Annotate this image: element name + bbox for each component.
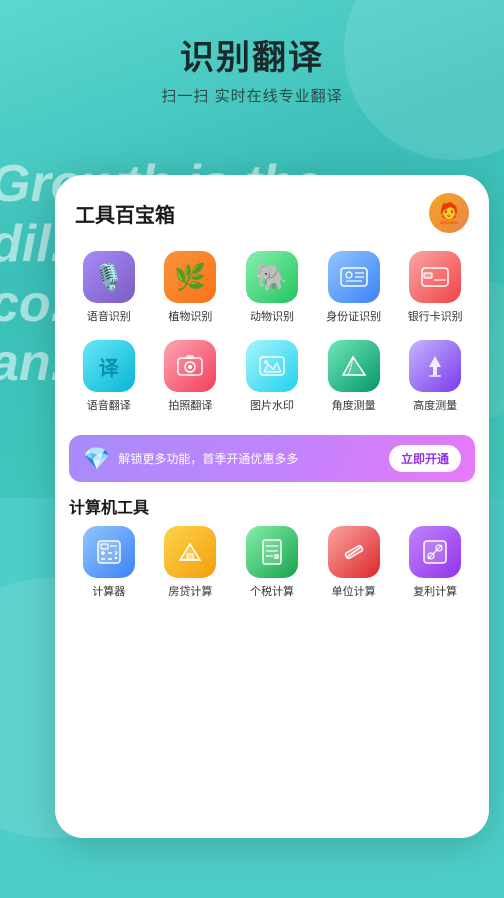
tool-voice-translate-label: 语音翻译 <box>87 397 131 413</box>
tool-compound-label: 复利计算 <box>413 583 457 599</box>
tool-calc-label: 计算器 <box>92 583 125 599</box>
tool-voice-translate[interactable]: 译 语音翻译 <box>69 340 149 413</box>
page-title: 识别翻译 <box>0 30 504 79</box>
tool-voice-label: 语音识别 <box>87 308 131 324</box>
tool-animal-recognition[interactable]: 🐘 动物识别 <box>232 251 312 324</box>
tool-photo-translate[interactable]: 拍照翻译 <box>151 340 231 413</box>
tool-loan-calc[interactable]: 房贷计算 <box>151 526 231 599</box>
tool-id-label: 身份证识别 <box>326 308 381 324</box>
header-section: 识别翻译 扫一扫 实时在线专业翻译 <box>0 30 504 106</box>
tool-loan-icon <box>164 526 216 578</box>
tool-bank-icon <box>409 251 461 303</box>
tool-angle-icon <box>328 340 380 392</box>
tool-tax-label: 个税计算 <box>250 583 294 599</box>
tool-unit-calc[interactable]: 单位计算 <box>314 526 394 599</box>
tool-loan-label: 房贷计算 <box>168 583 212 599</box>
tool-animal-label: 动物识别 <box>250 308 294 324</box>
page-subtitle: 扫一扫 实时在线专业翻译 <box>0 85 504 106</box>
promo-text: 解锁更多功能，首季开通优惠多多 <box>118 450 381 467</box>
avatar-emoji: 🧑‍🦰 <box>437 201 462 226</box>
avatar[interactable]: 🧑‍🦰 <box>429 193 469 233</box>
tools-section: 🎙️ 语音识别 🌿 植物识别 🐘 动物识别 <box>55 243 489 431</box>
calc-section-title: 计算机工具 <box>55 494 489 526</box>
tool-calc-icon <box>83 526 135 578</box>
tool-photo-translate-icon <box>164 340 216 392</box>
tool-angle-measure[interactable]: 角度测量 <box>314 340 394 413</box>
tool-plant-icon: 🌿 <box>164 251 216 303</box>
tool-plant-label: 植物识别 <box>168 308 212 324</box>
tool-calculator[interactable]: 计算器 <box>69 526 149 599</box>
tools-grid-row2: 译 语音翻译 拍照翻译 <box>69 332 475 421</box>
tool-height-icon <box>409 340 461 392</box>
card-header: 工具百宝箱 🧑‍🦰 <box>55 175 489 243</box>
tool-bank-label: 银行卡识别 <box>408 308 463 324</box>
tool-watermark-icon <box>246 340 298 392</box>
tool-id-recognition[interactable]: 身份证识别 <box>314 251 394 324</box>
tool-unit-icon <box>328 526 380 578</box>
promo-banner[interactable]: 💎 解锁更多功能，首季开通优惠多多 立即开通 <box>69 435 475 482</box>
tool-tax-calc[interactable]: 个税计算 <box>232 526 312 599</box>
tool-image-watermark[interactable]: 图片水印 <box>232 340 312 413</box>
tool-watermark-label: 图片水印 <box>250 397 294 413</box>
tool-angle-label: 角度测量 <box>332 397 376 413</box>
tool-photo-translate-label: 拍照翻译 <box>168 397 212 413</box>
tool-compound-calc[interactable]: 复利计算 <box>395 526 475 599</box>
tool-compound-icon <box>409 526 461 578</box>
tool-tax-icon <box>246 526 298 578</box>
calc-tools-grid: 计算器 房贷计算 <box>55 526 489 609</box>
tool-voice-translate-icon: 译 <box>83 340 135 392</box>
tool-bank-recognition[interactable]: 银行卡识别 <box>395 251 475 324</box>
tools-grid-row1: 🎙️ 语音识别 🌿 植物识别 🐘 动物识别 <box>69 243 475 332</box>
tool-height-measure[interactable]: 高度测量 <box>395 340 475 413</box>
card-title: 工具百宝箱 <box>75 199 175 228</box>
tool-unit-label: 单位计算 <box>332 583 376 599</box>
promo-button[interactable]: 立即开通 <box>389 445 461 472</box>
tool-voice-icon: 🎙️ <box>83 251 135 303</box>
tool-animal-icon: 🐘 <box>246 251 298 303</box>
tool-id-icon <box>328 251 380 303</box>
tool-height-label: 高度测量 <box>413 397 457 413</box>
phone-card: 工具百宝箱 🧑‍🦰 🎙️ 语音识别 🌿 植物识别 🐘 动物识别 <box>55 175 489 838</box>
tool-plant-recognition[interactable]: 🌿 植物识别 <box>151 251 231 324</box>
promo-gem-icon: 💎 <box>83 446 110 472</box>
tool-voice-recognition[interactable]: 🎙️ 语音识别 <box>69 251 149 324</box>
